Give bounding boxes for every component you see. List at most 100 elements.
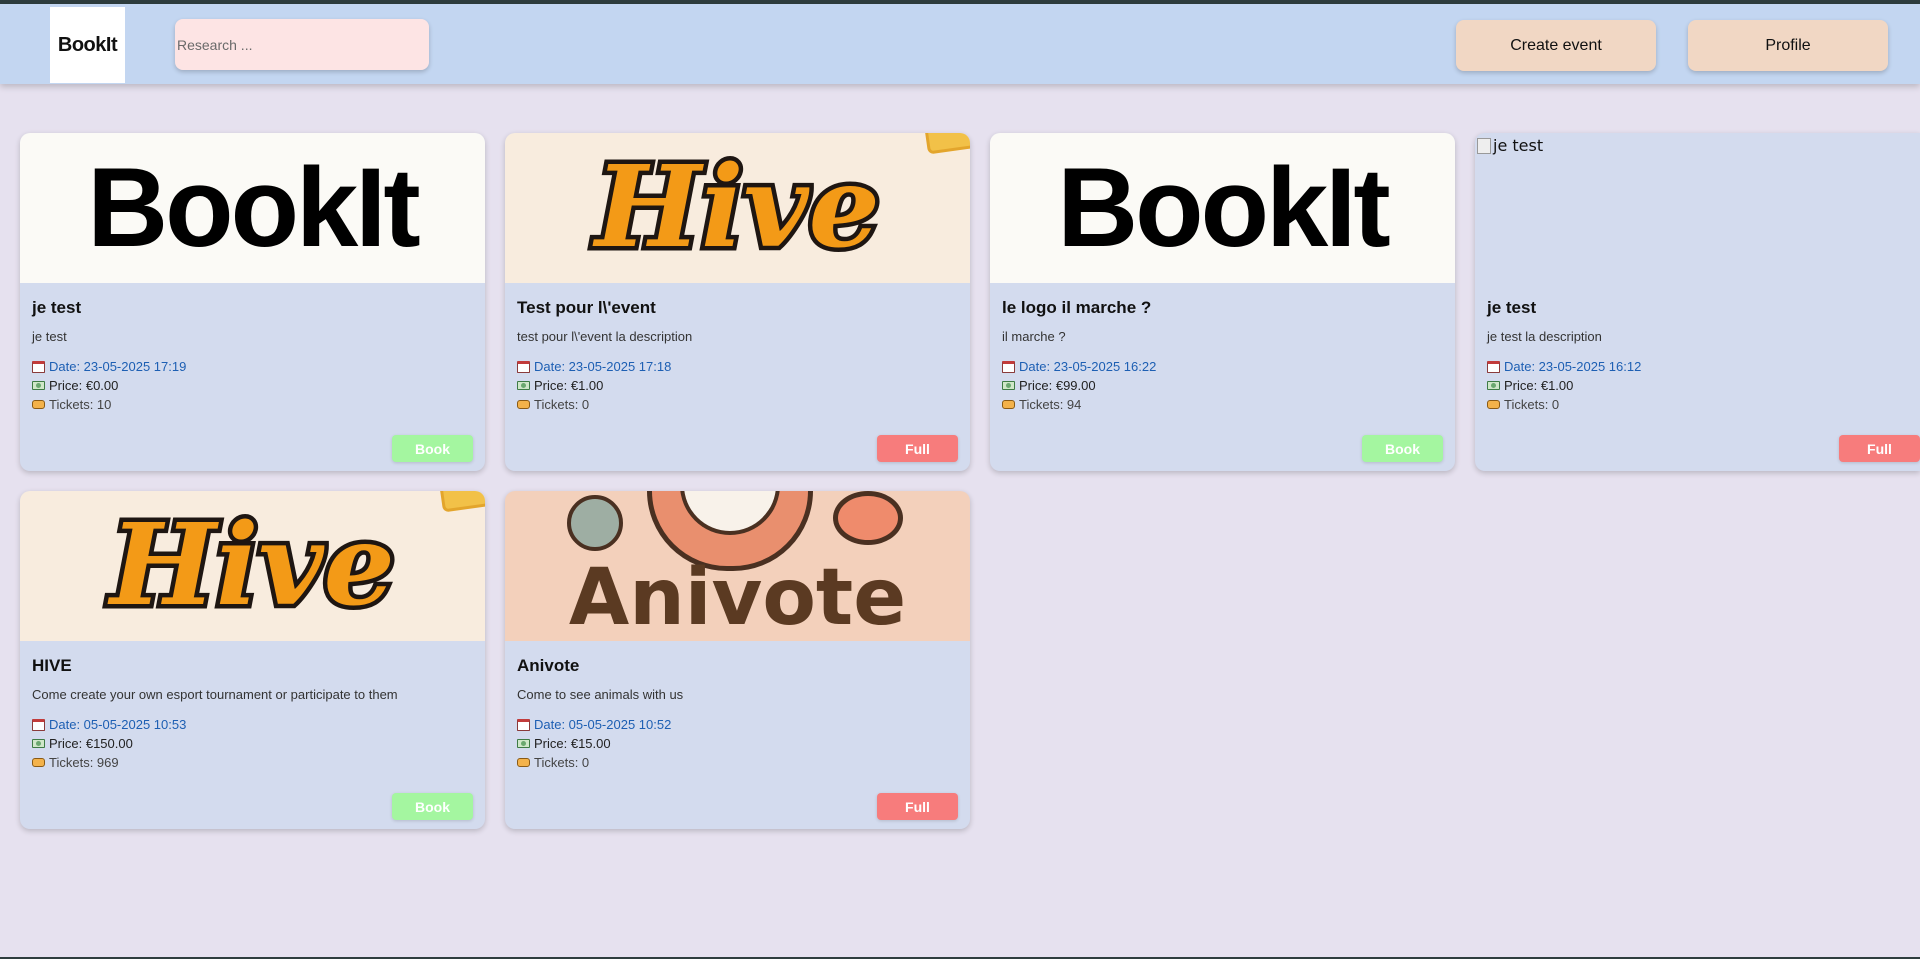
calendar-icon <box>32 360 45 373</box>
event-price-text: Price: €0.00 <box>49 378 119 393</box>
event-title: je test <box>1487 298 1537 317</box>
event-tickets: Tickets: 0 <box>517 755 589 770</box>
hive-badge-decoration <box>439 491 485 513</box>
event-image-logo-text: Hive <box>591 142 885 273</box>
event-price: Price: €150.00 <box>32 736 133 751</box>
app-logo-text: BookIt <box>57 33 118 56</box>
ticket-icon <box>517 400 530 409</box>
event-tickets-text: Tickets: 10 <box>49 397 112 412</box>
create-event-button[interactable]: Create event <box>1456 20 1656 71</box>
event-price-text: Price: €99.00 <box>1019 378 1096 393</box>
event-date-text: Date: 23-05-2025 16:12 <box>1504 359 1642 374</box>
money-icon <box>32 739 45 748</box>
event-date-text: Date: 23-05-2025 17:18 <box>534 359 672 374</box>
event-image-logo-text: Anivote <box>568 553 907 641</box>
hive-badge-decoration <box>924 133 970 155</box>
calendar-icon <box>1487 360 1500 373</box>
event-description: je test la description <box>1487 329 1602 344</box>
event-description: Come create your own esport tournament o… <box>32 687 398 702</box>
event-tickets: Tickets: 10 <box>32 397 111 412</box>
event-description: je test <box>32 329 67 344</box>
event-card: je test je test je test la description D… <box>1475 133 1920 471</box>
event-date: Date: 23-05-2025 17:18 <box>517 359 671 374</box>
event-tickets-text: Tickets: 0 <box>534 397 590 412</box>
event-date: Date: 23-05-2025 17:19 <box>32 359 186 374</box>
event-title: le logo il marche ? <box>1002 298 1152 317</box>
event-date-text: Date: 05-05-2025 10:53 <box>49 717 187 732</box>
calendar-icon <box>1002 360 1015 373</box>
event-price-text: Price: €150.00 <box>49 736 133 751</box>
money-icon <box>517 739 530 748</box>
event-description: il marche ? <box>1002 329 1066 344</box>
event-title: je test <box>32 298 82 317</box>
event-date: Date: 05-05-2025 10:53 <box>32 717 186 732</box>
profile-button[interactable]: Profile <box>1688 20 1888 71</box>
calendar-icon <box>517 718 530 731</box>
event-date-text: Date: 23-05-2025 17:19 <box>49 359 187 374</box>
event-image: BookIt <box>990 133 1455 283</box>
event-title: Anivote <box>517 656 580 675</box>
event-description: test pour l\'event la description <box>517 329 693 344</box>
event-image-logo-text: Hive <box>106 500 400 631</box>
money-icon <box>1002 381 1015 390</box>
event-tickets-text: Tickets: 969 <box>49 755 119 770</box>
calendar-icon <box>32 718 45 731</box>
book-button[interactable]: Book <box>392 793 473 820</box>
event-price-text: Price: €1.00 <box>534 378 604 393</box>
calendar-icon <box>517 360 530 373</box>
book-button[interactable]: Book <box>392 435 473 462</box>
event-price: Price: €1.00 <box>517 378 603 393</box>
event-image-logo-text: BookIt <box>1057 145 1390 270</box>
event-card: Hive HIVE Come create your own esport to… <box>20 491 485 829</box>
event-price: Price: €15.00 <box>517 736 611 751</box>
book-button[interactable]: Book <box>1362 435 1443 462</box>
ticket-icon <box>1487 400 1500 409</box>
ticket-icon <box>32 400 45 409</box>
event-date-text: Date: 05-05-2025 10:52 <box>534 717 672 732</box>
event-card: Hive Test pour l\'event test pour l\'eve… <box>505 133 970 471</box>
event-tickets-text: Tickets: 0 <box>1504 397 1560 412</box>
event-title: HIVE <box>32 656 72 675</box>
event-tickets-text: Tickets: 0 <box>534 755 590 770</box>
broken-image-icon <box>1477 137 1491 154</box>
event-price: Price: €99.00 <box>1002 378 1096 393</box>
full-button[interactable]: Full <box>1839 435 1920 462</box>
event-image: BookIt <box>20 133 485 283</box>
app-logo[interactable]: BookIt <box>50 7 125 83</box>
event-date: Date: 23-05-2025 16:22 <box>1002 359 1156 374</box>
event-tickets: Tickets: 0 <box>1487 397 1559 412</box>
event-date: Date: 23-05-2025 16:12 <box>1487 359 1641 374</box>
money-icon <box>32 381 45 390</box>
event-date-text: Date: 23-05-2025 16:22 <box>1019 359 1157 374</box>
event-tickets-text: Tickets: 94 <box>1019 397 1082 412</box>
event-image: Hive <box>20 491 485 641</box>
event-card: Anivote Anivote Come to see animals with… <box>505 491 970 829</box>
ticket-icon <box>32 758 45 767</box>
full-button[interactable]: Full <box>877 435 958 462</box>
broken-image-alt: je test <box>1477 136 1543 155</box>
event-image: Anivote <box>505 491 970 641</box>
broken-image-alt-text: je test <box>1493 136 1544 155</box>
event-title: Test pour l\'event <box>517 298 656 317</box>
event-image-broken: je test <box>1475 133 1920 283</box>
event-tickets: Tickets: 0 <box>517 397 589 412</box>
event-description: Come to see animals with us <box>517 687 684 702</box>
full-button[interactable]: Full <box>877 793 958 820</box>
ticket-icon <box>1002 400 1015 409</box>
event-card: BookIt le logo il marche ? il marche ? D… <box>990 133 1455 471</box>
money-icon <box>517 381 530 390</box>
ticket-icon <box>517 758 530 767</box>
paw-icon <box>567 495 623 551</box>
search-input[interactable] <box>175 19 429 70</box>
paw-icon <box>833 491 903 545</box>
event-card: BookIt je test je test Date: 23-05-2025 … <box>20 133 485 471</box>
event-image-logo-text: BookIt <box>87 145 420 270</box>
event-date: Date: 05-05-2025 10:52 <box>517 717 671 732</box>
event-tickets: Tickets: 969 <box>32 755 119 770</box>
event-price-text: Price: €15.00 <box>534 736 611 751</box>
event-price: Price: €1.00 <box>1487 378 1573 393</box>
event-price-text: Price: €1.00 <box>1504 378 1574 393</box>
money-icon <box>1487 381 1500 390</box>
event-price: Price: €0.00 <box>32 378 118 393</box>
event-tickets: Tickets: 94 <box>1002 397 1081 412</box>
